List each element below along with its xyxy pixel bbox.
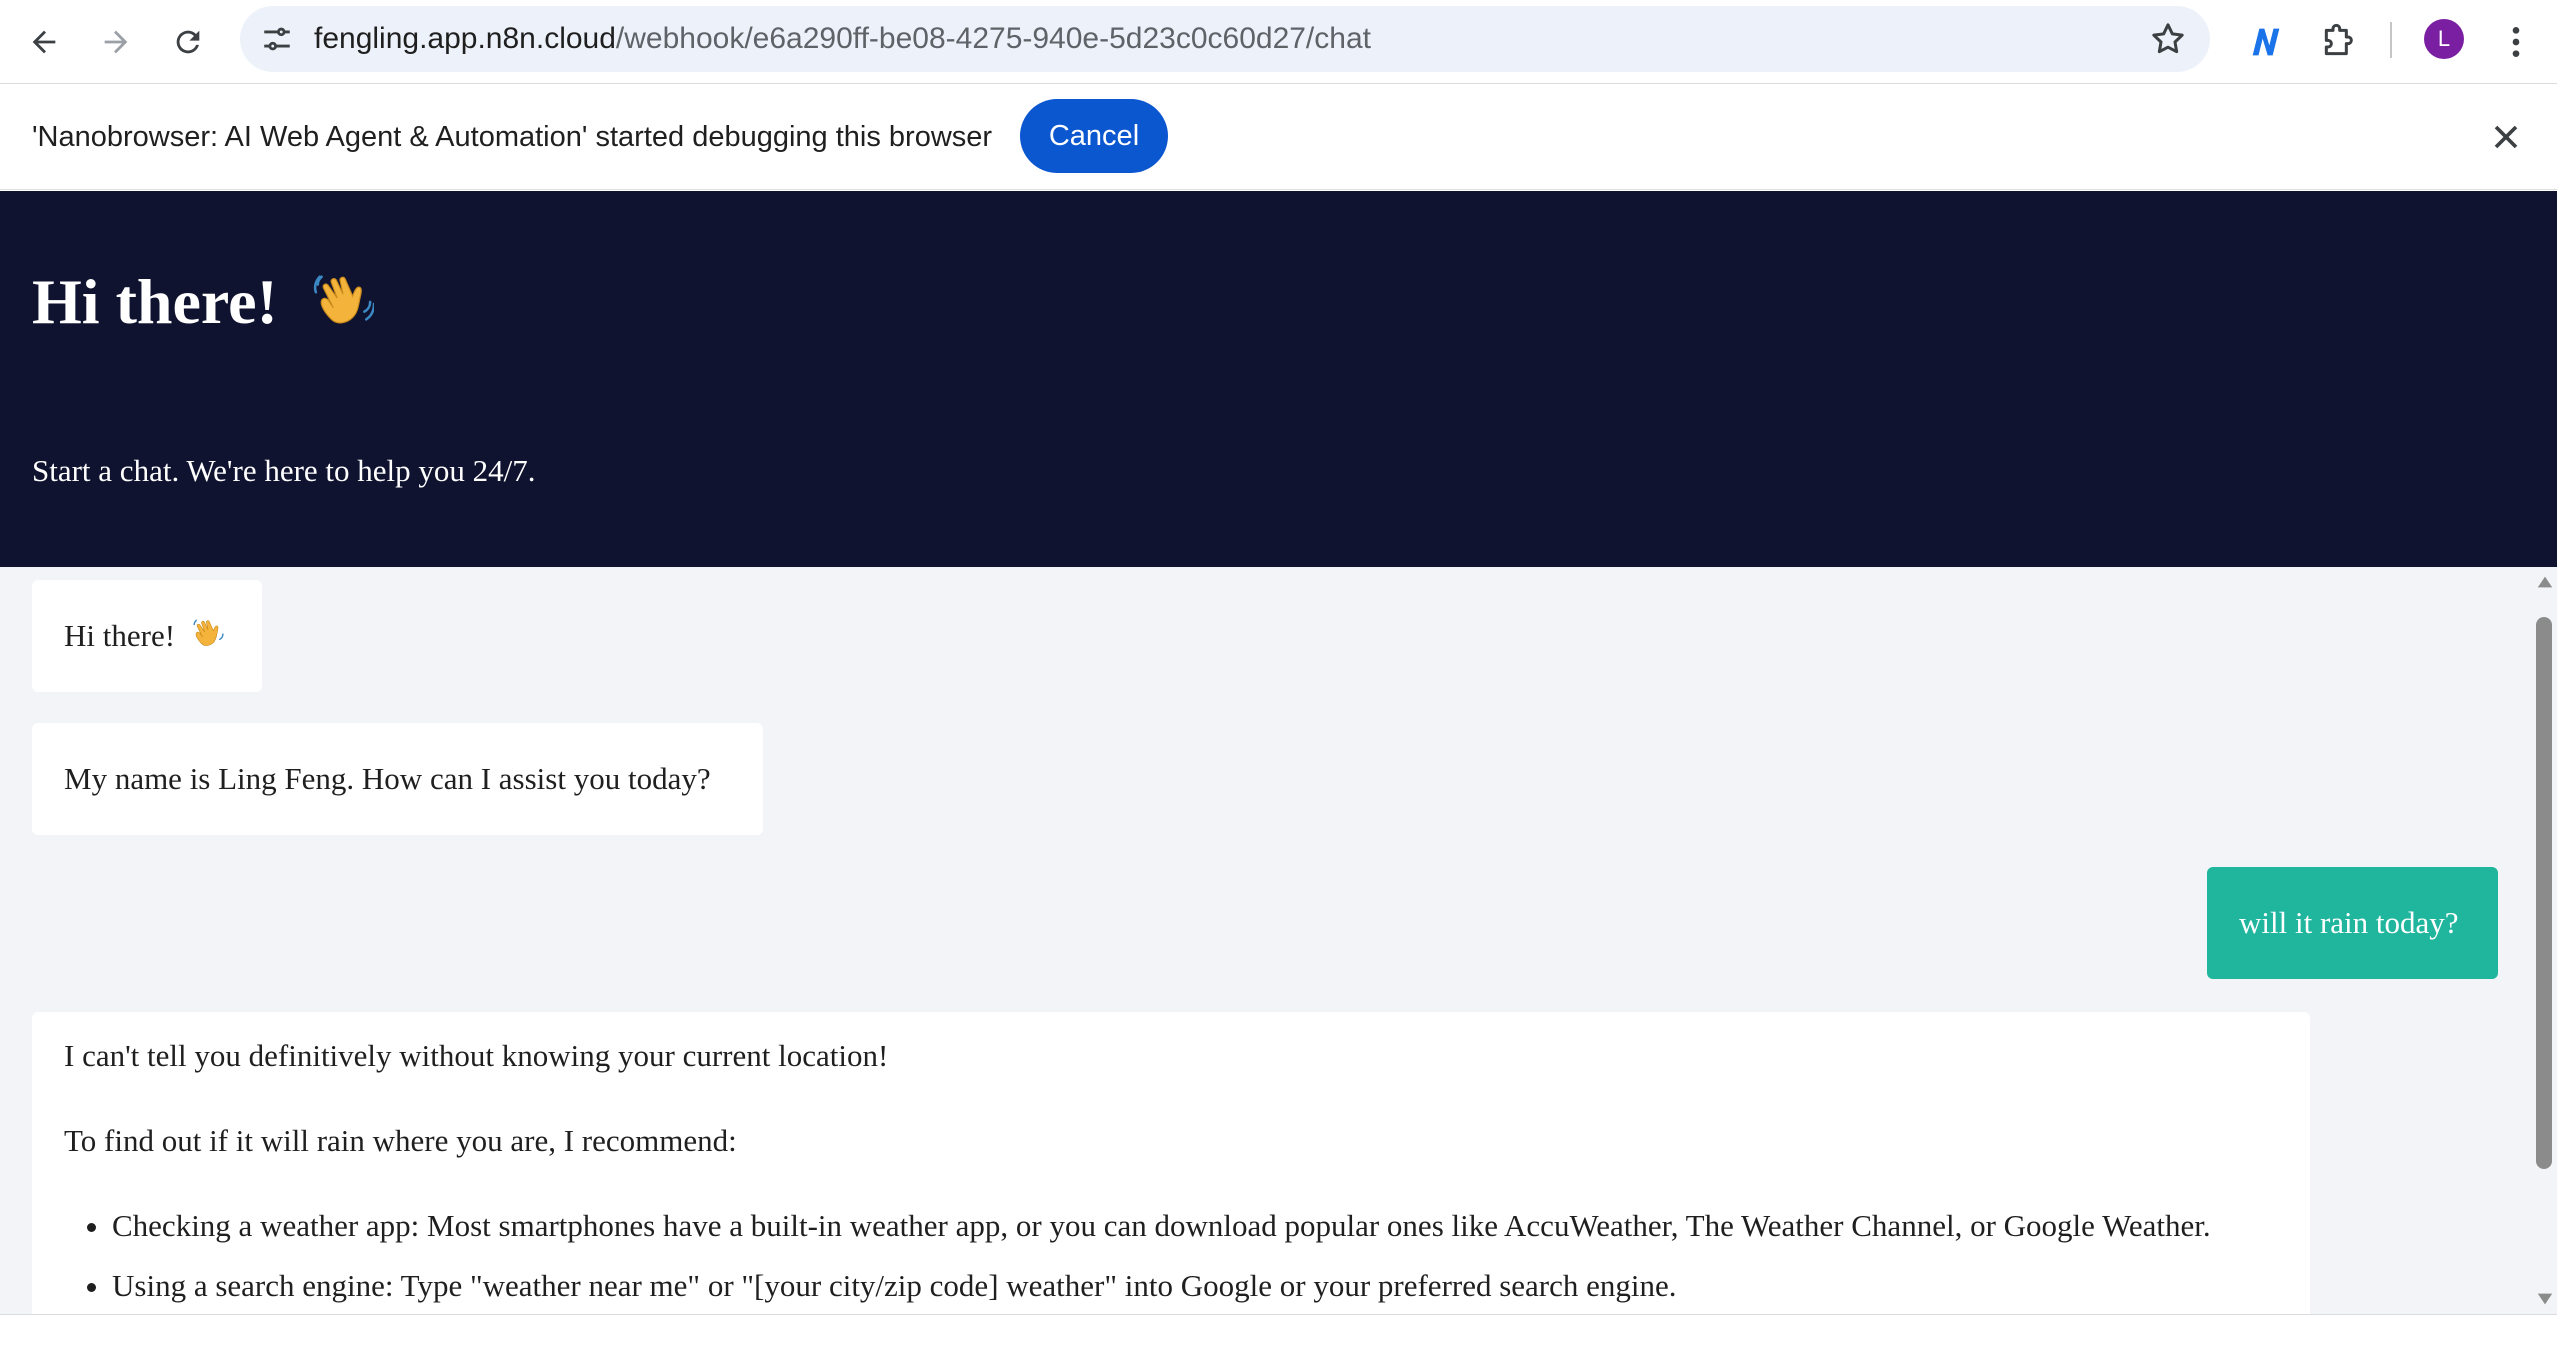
avatar[interactable]: L — [2424, 19, 2464, 59]
scrollbar-thumb[interactable] — [2536, 617, 2552, 1169]
message-text: My name is Ling Feng. How can I assist y… — [64, 761, 711, 796]
bot-message: My name is Ling Feng. How can I assist y… — [32, 723, 763, 835]
bot-message: Hi there! — [32, 580, 262, 692]
user-message: will it rain today? — [2207, 867, 2498, 979]
toolbar-divider — [2390, 22, 2392, 58]
bot-message: I can't tell you definitively without kn… — [32, 1012, 2310, 1314]
list-item: Checking a weather app: Most smartphones… — [112, 1204, 2278, 1248]
close-icon[interactable] — [2486, 117, 2526, 157]
scroll-down-arrow-icon[interactable] — [2536, 1290, 2554, 1308]
chat-title: Hi there! — [32, 265, 376, 347]
back-button[interactable] — [16, 14, 72, 70]
chat-subtitle: Start a chat. We're here to help you 24/… — [32, 453, 536, 488]
message-text: will it rain today? — [2239, 905, 2459, 940]
debugging-infobar: 'Nanobrowser: AI Web Agent & Automation'… — [0, 85, 2557, 190]
message-paragraph: To find out if it will rain where you ar… — [64, 1123, 737, 1158]
scroll-up-arrow-icon[interactable] — [2536, 573, 2554, 591]
chat-title-text: Hi there! — [32, 266, 278, 337]
reload-button[interactable] — [160, 14, 216, 70]
waving-hand-icon — [191, 616, 225, 662]
list-item: Using a search engine: Type "weather nea… — [112, 1264, 2278, 1308]
chat-messages: Hi there! My name is Ling Feng. How can … — [0, 567, 2557, 1314]
reload-icon — [176, 30, 200, 54]
message-list: Checking a weather app: Most smartphones… — [64, 1204, 2278, 1308]
address-bar[interactable]: fengling.app.n8n.cloud/webhook/e6a290ff-… — [240, 6, 2210, 72]
puzzle-icon[interactable] — [2312, 16, 2364, 68]
browser-toolbar: fengling.app.n8n.cloud/webhook/e6a290ff-… — [0, 0, 2557, 84]
url-path: /webhook/e6a290ff-be08-4275-940e-5d23c0c… — [615, 22, 1371, 55]
infobar-message: 'Nanobrowser: AI Web Agent & Automation'… — [32, 121, 993, 153]
forward-button[interactable] — [88, 14, 144, 70]
tune-icon[interactable] — [258, 20, 296, 58]
bottom-strip — [0, 1314, 2557, 1345]
message-paragraph: I can't tell you definitively without kn… — [64, 1038, 889, 1073]
kebab-menu-icon[interactable] — [2490, 16, 2542, 68]
cancel-button[interactable]: Cancel — [1020, 99, 1168, 173]
url-text: fengling.app.n8n.cloud/webhook/e6a290ff-… — [314, 6, 1371, 72]
forward-arrow-icon — [104, 30, 128, 54]
chat-header: Hi there! Start a chat. We're here to he… — [0, 191, 2557, 567]
star-icon[interactable] — [2148, 19, 2188, 59]
back-arrow-icon — [32, 30, 56, 54]
url-host: fengling.app.n8n.cloud — [314, 22, 616, 55]
message-text: Hi there! — [64, 618, 176, 653]
nanobrowser-extension-icon[interactable] — [2240, 16, 2292, 68]
waving-hand-icon — [312, 269, 376, 347]
